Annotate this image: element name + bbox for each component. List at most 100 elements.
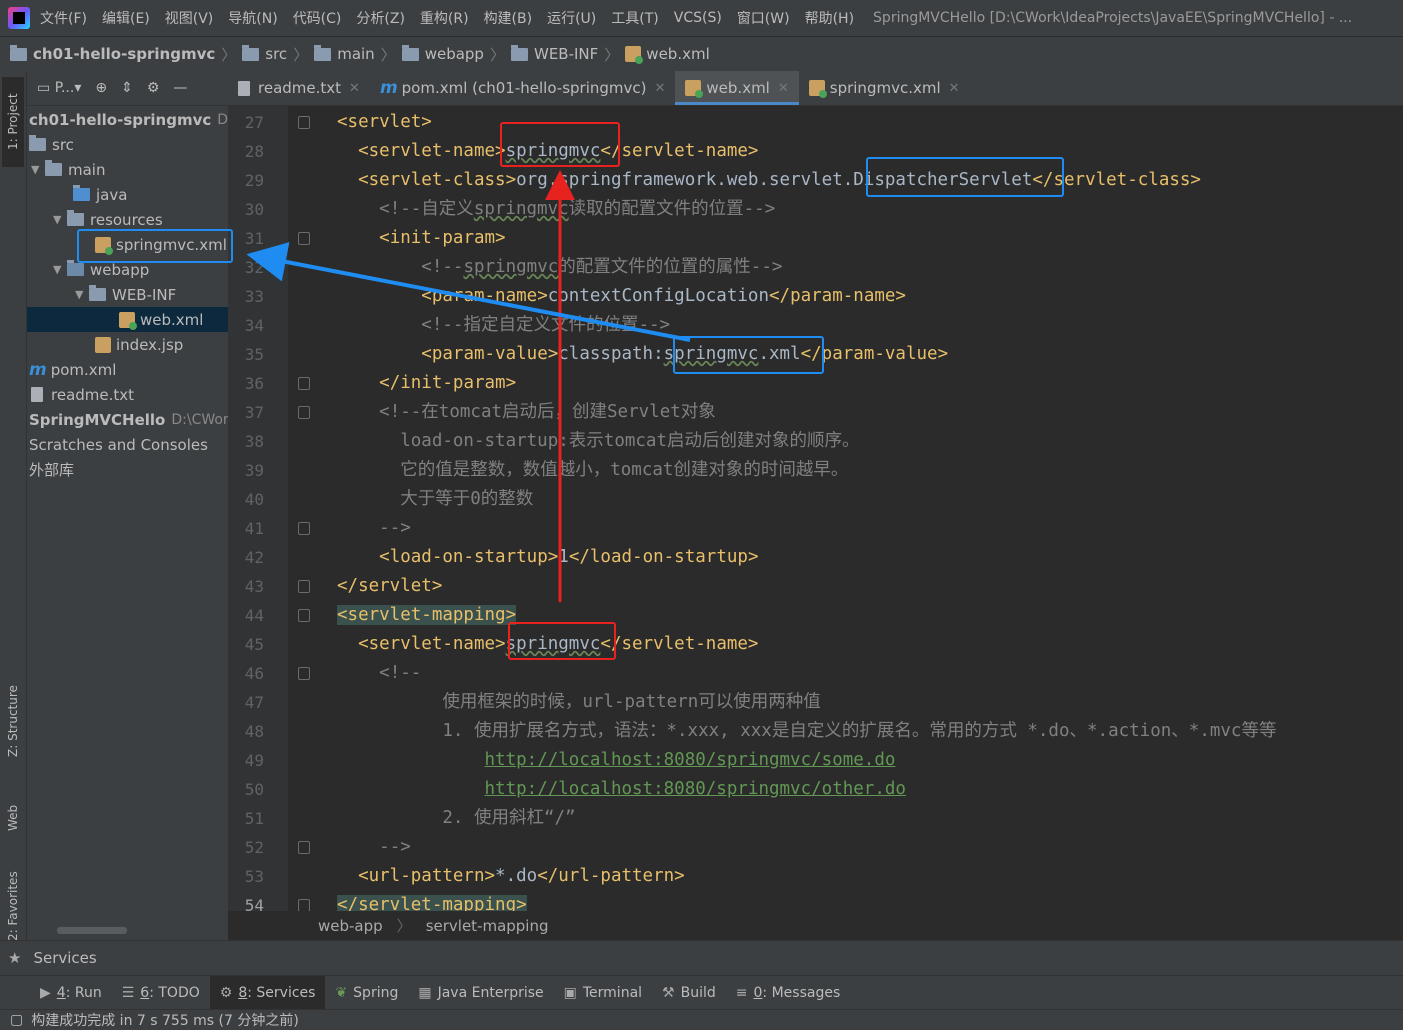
code-line: 50 http://localhost:8080/springmvc/other… bbox=[244, 779, 906, 799]
hide-icon[interactable]: — bbox=[173, 80, 187, 96]
text-file-icon bbox=[238, 80, 250, 96]
code-line: 48 1. 使用扩展名方式，语法：*.xxx, xxx是自定义的扩展名。常用的方… bbox=[244, 721, 1277, 741]
menu-code[interactable]: 代码(C) bbox=[293, 8, 342, 28]
menu-refactor[interactable]: 重构(R) bbox=[420, 8, 469, 28]
toolwindow-todo[interactable]: ☰ 6: TODO bbox=[112, 976, 210, 1010]
tree-item-web-xml[interactable]: web.xml bbox=[27, 307, 228, 332]
fold-icon[interactable] bbox=[298, 841, 310, 854]
tree-item-webapp[interactable]: ▼ webapp bbox=[27, 257, 228, 282]
tree-item-main[interactable]: ▼ main bbox=[27, 157, 228, 182]
tab-web-xml[interactable]: web.xml ✕ bbox=[675, 71, 800, 105]
breadcrumb-module[interactable]: ch01-hello-springmvc 〉 bbox=[10, 44, 242, 65]
menu-vcs[interactable]: VCS(S) bbox=[674, 10, 722, 26]
tree-item-readme[interactable]: readme.txt bbox=[27, 382, 228, 407]
fold-icon[interactable] bbox=[298, 609, 310, 622]
code-line: 27 <servlet> bbox=[244, 112, 432, 132]
locate-icon[interactable]: ⊕ bbox=[95, 80, 107, 96]
breadcrumb-src[interactable]: src 〉 bbox=[242, 44, 314, 65]
fold-icon[interactable] bbox=[298, 116, 310, 129]
breadcrumb-web-xml[interactable]: web.xml bbox=[625, 45, 710, 64]
tree-item-pom-xml[interactable]: m pom.xml bbox=[27, 357, 228, 382]
breadcrumb-webapp[interactable]: webapp 〉 bbox=[401, 44, 511, 65]
expand-arrow-icon[interactable]: ▼ bbox=[31, 163, 45, 176]
xml-file-icon bbox=[119, 311, 137, 330]
web-folder-icon bbox=[401, 44, 419, 61]
tree-item-module[interactable]: ch01-hello-springmvcD:\( bbox=[27, 107, 228, 132]
tree-item-index-jsp[interactable]: index.jsp bbox=[27, 332, 228, 357]
fold-icon[interactable] bbox=[298, 899, 310, 911]
tab-readme[interactable]: readme.txt ✕ bbox=[228, 71, 370, 105]
fold-icon[interactable] bbox=[298, 377, 310, 390]
breadcrumb-web-inf[interactable]: WEB-INF 〉 bbox=[510, 44, 625, 65]
resources-folder-icon bbox=[67, 210, 84, 226]
project-view-dropdown[interactable]: ▭ P...▾ bbox=[37, 80, 81, 96]
gear-icon[interactable]: ⚙ bbox=[147, 80, 160, 96]
tree-item-resources[interactable]: ▼ resources bbox=[27, 207, 228, 232]
close-icon[interactable]: ✕ bbox=[655, 81, 666, 96]
favorites-tool-tab[interactable]: 2: Favorites bbox=[2, 861, 24, 951]
text-file-icon bbox=[31, 387, 43, 402]
layout-icon[interactable]: ▢ bbox=[10, 1012, 23, 1028]
toolwindow-services[interactable]: ⚙ 8: Services bbox=[209, 975, 326, 1010]
code-line: 54 </servlet-mapping> bbox=[228, 891, 1403, 911]
toolwindow-messages[interactable]: ≡ 0: Messages bbox=[726, 976, 850, 1010]
url-link[interactable]: http://localhost:8080/springmvc/other.do bbox=[485, 779, 906, 799]
services-panel-header[interactable]: ★ Services bbox=[0, 940, 1403, 975]
code-line: 52 --> bbox=[244, 837, 411, 857]
menu-navigate[interactable]: 导航(N) bbox=[228, 8, 277, 28]
fold-icon[interactable] bbox=[298, 580, 310, 593]
tree-item-springmvc-xml[interactable]: springmvc.xml bbox=[27, 232, 228, 257]
menu-tools[interactable]: 工具(T) bbox=[611, 8, 658, 28]
tree-item-scratches[interactable]: Scratches and Consoles bbox=[27, 432, 228, 457]
code-line: 53 <url-pattern>*.do</url-pattern> bbox=[244, 866, 685, 886]
code-line: 28 <servlet-name>springmvc</servlet-name… bbox=[244, 141, 759, 161]
toolwindow-run[interactable]: ▶ 4: Run bbox=[30, 976, 112, 1010]
code-line: 44 <servlet-mapping> bbox=[244, 605, 517, 625]
tab-pom[interactable]: m pom.xml (ch01-hello-springmvc) ✕ bbox=[370, 71, 675, 105]
folder-icon bbox=[45, 160, 62, 176]
expand-arrow-icon[interactable]: ▼ bbox=[75, 288, 89, 301]
close-icon[interactable]: ✕ bbox=[949, 81, 960, 96]
close-icon[interactable]: ✕ bbox=[349, 81, 360, 96]
structure-tool-tab[interactable]: Z: Structure bbox=[2, 671, 24, 771]
menu-edit[interactable]: 编辑(E) bbox=[102, 8, 150, 28]
url-link[interactable]: http://localhost:8080/springmvc/some.do bbox=[485, 750, 896, 770]
folder-icon bbox=[29, 135, 46, 151]
collapse-all-icon[interactable]: ⇕ bbox=[121, 80, 133, 96]
web-tool-tab[interactable]: Web bbox=[2, 789, 24, 847]
tree-item-web-inf[interactable]: ▼ WEB-INF bbox=[27, 282, 228, 307]
breadcrumb-main[interactable]: main 〉 bbox=[314, 44, 402, 65]
toolwindow-terminal[interactable]: ▣ Terminal bbox=[554, 976, 652, 1010]
menu-file[interactable]: 文件(F) bbox=[40, 8, 87, 28]
menu-build[interactable]: 构建(B) bbox=[484, 8, 533, 28]
menu-window[interactable]: 窗口(W) bbox=[737, 8, 790, 28]
horizontal-scrollbar[interactable] bbox=[57, 927, 127, 934]
expand-arrow-icon[interactable]: ▼ bbox=[53, 263, 67, 276]
fold-icon[interactable] bbox=[298, 406, 310, 419]
spring-xml-icon bbox=[808, 80, 827, 98]
tree-item-src[interactable]: src bbox=[27, 132, 228, 157]
menu-view[interactable]: 视图(V) bbox=[165, 8, 214, 28]
fold-icon[interactable] bbox=[298, 232, 310, 245]
source-folder-icon bbox=[73, 185, 90, 201]
tree-item-java[interactable]: java bbox=[27, 182, 228, 207]
project-tool-tab[interactable]: 1: Project bbox=[2, 77, 24, 167]
fold-icon[interactable] bbox=[298, 667, 310, 680]
java-enterprise-icon: ▦ bbox=[418, 984, 432, 1001]
tree-item-project-root[interactable]: SpringMVCHelloD:\CWork bbox=[27, 407, 228, 432]
menu-help[interactable]: 帮助(H) bbox=[805, 8, 854, 28]
fold-icon[interactable] bbox=[298, 522, 310, 535]
close-icon[interactable]: ✕ bbox=[778, 81, 789, 96]
tree-item-external-libraries[interactable]: 外部库 bbox=[27, 457, 228, 482]
toolwindow-spring[interactable]: ❦ Spring bbox=[325, 976, 408, 1010]
code-editor[interactable]: 27 <servlet> 28 <servlet-name>springmvc</… bbox=[228, 106, 1403, 911]
menu-analyze[interactable]: 分析(Z) bbox=[356, 8, 405, 28]
tab-springmvc-xml[interactable]: springmvc.xml ✕ bbox=[799, 71, 970, 105]
toolwindow-build[interactable]: ⚒ Build bbox=[652, 976, 726, 1010]
toolwindow-java-enterprise[interactable]: ▦ Java Enterprise bbox=[408, 976, 553, 1010]
expand-arrow-icon[interactable]: ▼ bbox=[53, 213, 67, 226]
menu-run[interactable]: 运行(U) bbox=[547, 8, 596, 28]
messages-icon: ≡ bbox=[735, 984, 748, 1001]
crumb-servlet-mapping[interactable]: servlet-mapping bbox=[426, 917, 549, 935]
crumb-web-app[interactable]: web-app bbox=[318, 917, 383, 935]
